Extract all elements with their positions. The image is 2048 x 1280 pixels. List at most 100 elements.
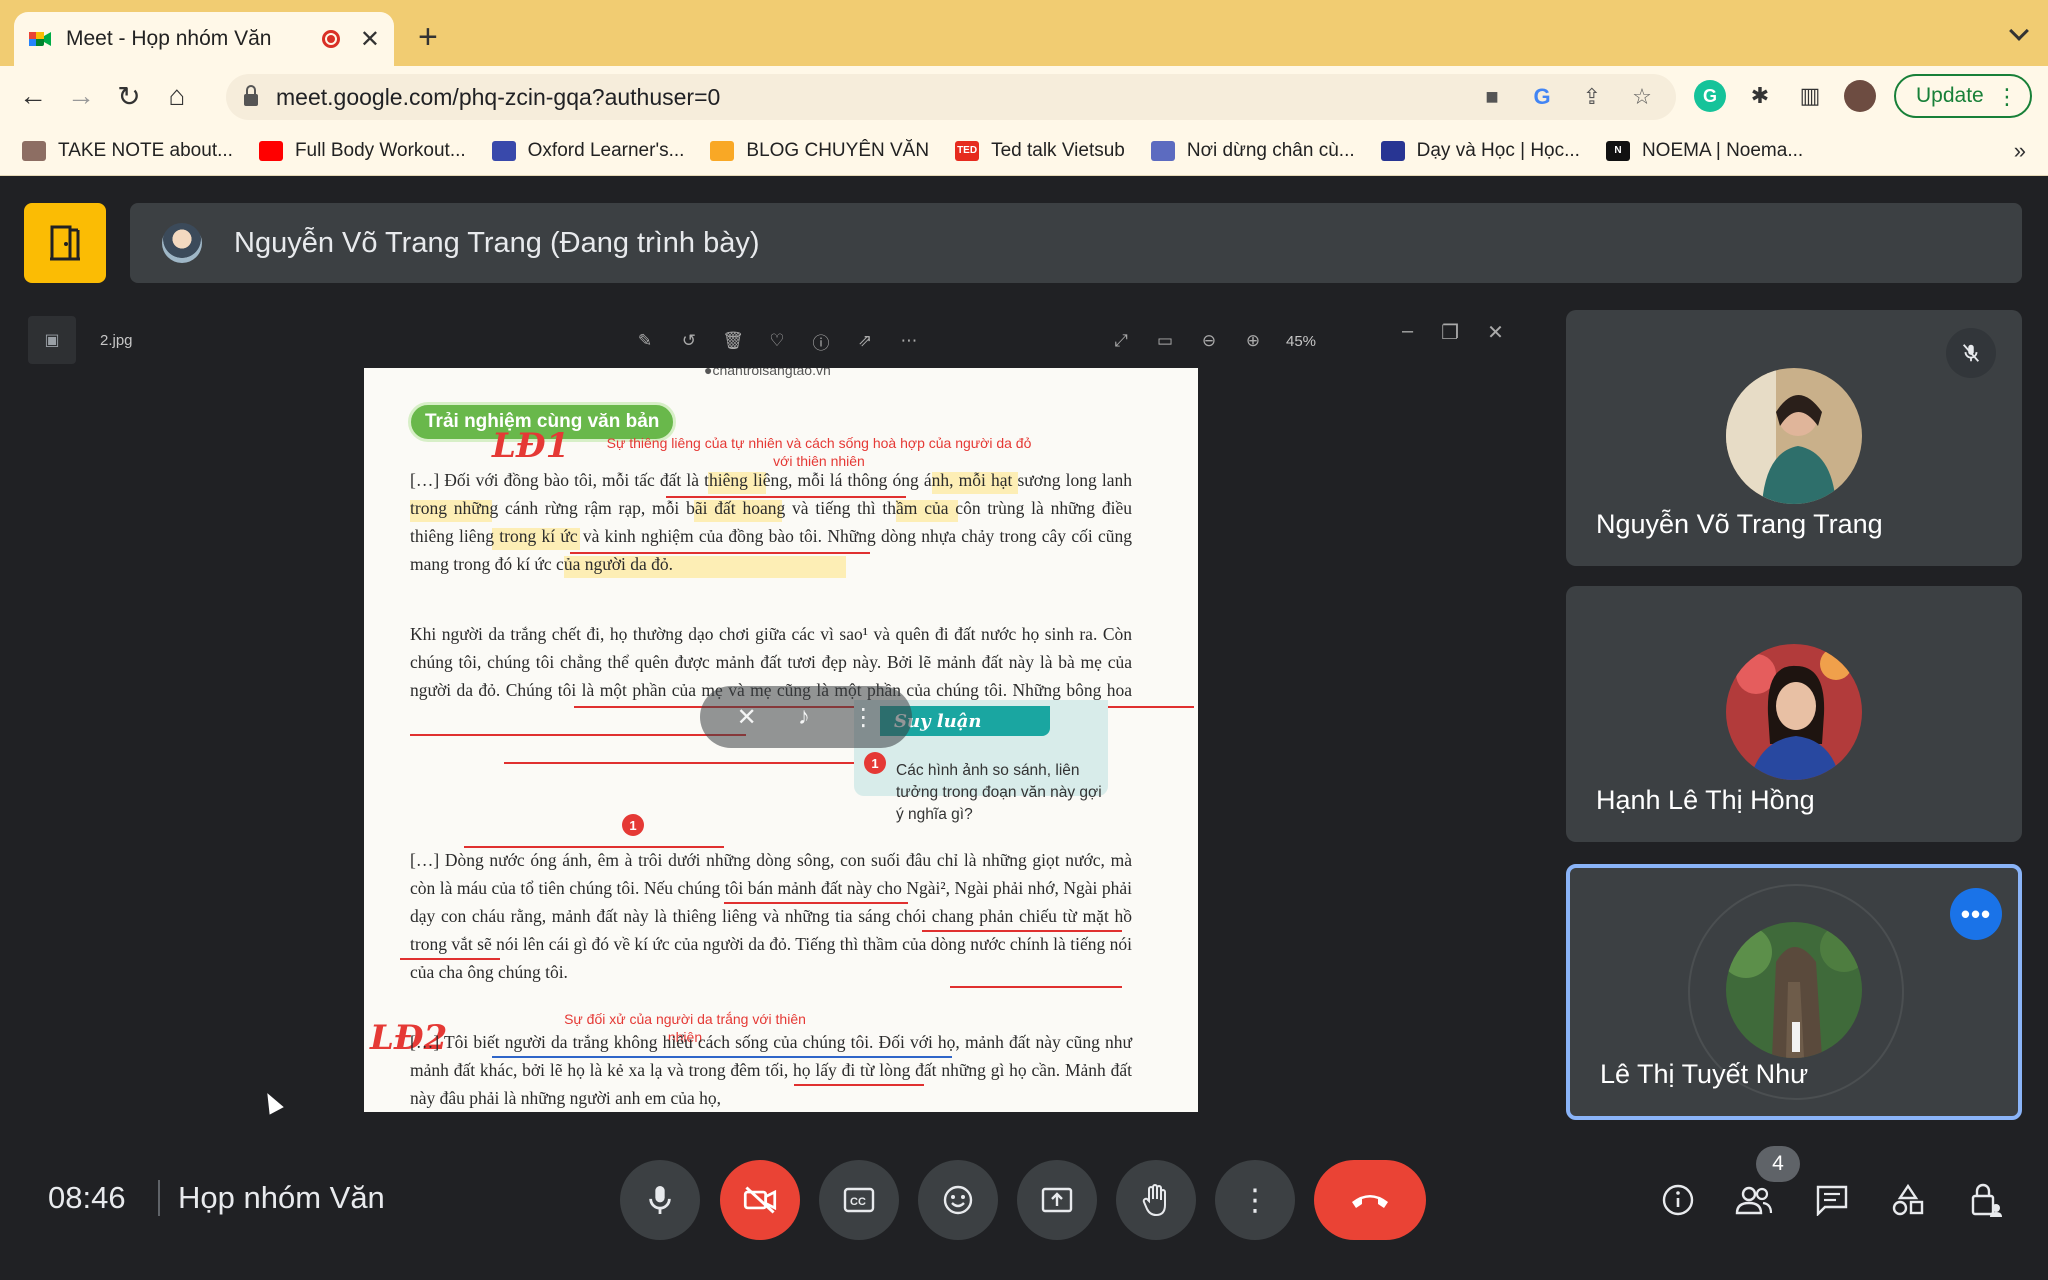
browser-tab-meet[interactable]: Meet - Họp nhóm Văn ✕ [14, 12, 394, 66]
share-icon[interactable]: ⇗ [854, 330, 876, 352]
forward-icon[interactable]: → [66, 80, 96, 111]
reload-icon[interactable]: ↻ [114, 81, 144, 112]
info-icon [1662, 1184, 1694, 1216]
participant-more-options-icon[interactable]: ••• [1950, 888, 2002, 940]
bookmark-star-icon[interactable]: ☆ [1628, 83, 1656, 111]
update-button[interactable]: Update ⋮ [1894, 74, 2032, 118]
share-icon[interactable]: ⇪ [1578, 83, 1606, 111]
image-viewer-toolbar: ▣ 2.jpg ✎ ↺ 🗑 ♡ ⓘ ⇗ ⋯ ⤢ ▭ ⊖ ⊕ 45% – ❐ ✕ [24, 310, 1540, 366]
more-options-icon[interactable]: ⋮ [851, 703, 875, 732]
grammarly-extension-icon[interactable]: G [1694, 80, 1726, 112]
bookmark-item[interactable]: Nơi dừng chân cù... [1150, 139, 1355, 162]
bookmark-item[interactable]: Dạy và Học | Học... [1380, 140, 1580, 162]
bookmark-favicon-icon: N [1605, 140, 1630, 161]
tab-search-chevron-icon[interactable] [2009, 21, 2029, 41]
zoom-out-icon[interactable]: ⊖ [1198, 330, 1220, 352]
participant-tile-1[interactable]: Nguyễn Võ Trang Trang [1566, 310, 2022, 566]
bookmark-favicon-icon [22, 140, 46, 161]
bookmark-item[interactable]: Full Body Workout... [258, 139, 466, 162]
lock-icon[interactable] [244, 85, 258, 106]
activities-shapes-icon [1892, 1183, 1924, 1216]
present-screen-button[interactable] [1017, 1160, 1097, 1240]
captions-icon: CC [843, 1187, 875, 1213]
bookmark-label: Nơi dừng chân cù... [1186, 139, 1355, 161]
side-panel-icon[interactable]: ▥ [1794, 80, 1826, 112]
close-tab-icon[interactable]: ✕ [360, 25, 380, 54]
hang-up-icon [1352, 1195, 1388, 1208]
bookmark-item[interactable]: TAKE NOTE about... [22, 140, 233, 162]
bookmark-item[interactable]: Oxford Learner's... [491, 140, 684, 162]
activities-button[interactable] [1884, 1176, 1932, 1224]
restore-icon[interactable]: ❐ [1441, 320, 1459, 345]
rotate-icon[interactable]: ↺ [678, 330, 700, 352]
reactions-button[interactable] [918, 1160, 998, 1240]
camera-in-use-icon[interactable]: ■ [1478, 83, 1506, 111]
browser-menu-icon[interactable]: ⋮ [1996, 84, 2018, 110]
info-icon[interactable]: ⓘ [810, 330, 832, 353]
more-options-button[interactable]: ⋮ [1215, 1160, 1295, 1240]
present-icon [1041, 1187, 1073, 1213]
emoji-icon [943, 1185, 973, 1215]
microphone-button[interactable] [620, 1160, 700, 1240]
bookmark-favicon-icon [710, 140, 735, 161]
address-bar[interactable]: meet.google.com/phq-zcin-gqa?authuser=0 … [226, 74, 1676, 120]
paragraph-1: […] Đối với đồng bào tôi, mỗi tấc đất là… [410, 470, 1132, 574]
meeting-clock: 08:46 [48, 1180, 126, 1215]
host-controls-button[interactable] [1962, 1176, 2010, 1224]
bookmarks-overflow-icon[interactable]: » [2014, 138, 2026, 164]
question-bullet: 1 [864, 752, 886, 774]
viewer-actions: ✎ ↺ 🗑 ♡ ⓘ ⇗ ⋯ [634, 330, 920, 353]
bookmark-item[interactable]: TED Ted talk Vietsub [955, 140, 1125, 162]
back-icon[interactable]: ← [18, 80, 48, 111]
more-options-icon[interactable]: ⋯ [898, 330, 920, 352]
lock-person-icon [1971, 1183, 2002, 1217]
participant-name: Hạnh Lê Thị Hồng [1596, 785, 1815, 815]
divider [158, 1180, 160, 1216]
people-button[interactable] [1730, 1176, 1778, 1224]
participant-avatar [1726, 644, 1862, 780]
image-thumbnail-icon[interactable]: ▣ [28, 316, 76, 364]
favorite-heart-icon[interactable]: ♡ [766, 330, 788, 352]
zoom-in-icon[interactable]: ⊕ [1242, 330, 1264, 352]
tab-strip: Meet - Họp nhóm Văn ✕ + [0, 0, 2048, 66]
edit-image-icon[interactable]: ✎ [634, 330, 656, 352]
participant-avatar [1726, 368, 1862, 504]
raise-hand-icon [1142, 1184, 1166, 1217]
bookmark-label: NOEMA | Noema... [1641, 139, 1804, 161]
shared-screen: ▣ 2.jpg ✎ ↺ 🗑 ♡ ⓘ ⇗ ⋯ ⤢ ▭ ⊖ ⊕ 45% – ❐ ✕ … [24, 310, 1540, 1120]
tab-title: Meet - Họp nhóm Văn [66, 27, 272, 50]
pin-icon[interactable]: ✕ [737, 703, 757, 732]
bookmark-favicon-icon [258, 140, 283, 161]
microphone-icon [649, 1186, 671, 1214]
chat-button[interactable] [1808, 1176, 1856, 1224]
meeting-details-button[interactable] [1654, 1176, 1702, 1224]
bookmark-favicon-icon [1150, 140, 1175, 161]
url-text[interactable]: meet.google.com/phq-zcin-gqa?authuser=0 [276, 84, 720, 111]
participant-tile-2[interactable]: Hạnh Lê Thị Hồng [1566, 586, 2022, 842]
camera-off-button[interactable] [720, 1160, 800, 1240]
close-icon[interactable]: ✕ [1487, 320, 1504, 345]
presenter-avatar [162, 223, 202, 263]
minimize-icon[interactable]: – [1402, 320, 1413, 345]
extensions-puzzle-icon[interactable]: ✱ [1744, 80, 1776, 112]
google-lens-icon[interactable]: G [1528, 83, 1556, 111]
home-icon[interactable]: ⌂ [162, 80, 192, 111]
new-tab-icon[interactable]: + [418, 20, 438, 54]
bookmark-item[interactable]: BLOG CHUYÊN VĂN [710, 140, 929, 162]
fit-to-window-icon[interactable]: ▭ [1154, 330, 1176, 352]
leave-presentation-icon[interactable] [24, 203, 106, 283]
participant-tile-3-speaking[interactable]: ••• Lê Thị Tuyết Như [1566, 864, 2022, 1120]
viewer-zoom-controls: ⤢ ▭ ⊖ ⊕ 45% [1110, 330, 1316, 352]
mute-participant-icon[interactable]: ♪ [798, 703, 810, 731]
presenter-title: Nguyễn Võ Trang Trang (Đang trình bày) [234, 226, 760, 259]
captions-button[interactable]: CC [819, 1160, 899, 1240]
muted-mic-icon [1946, 328, 1996, 378]
bookmark-item[interactable]: N NOEMA | Noema... [1605, 139, 1804, 162]
profile-avatar-icon[interactable] [1844, 80, 1876, 112]
bookmark-label: Ted talk Vietsub [991, 139, 1125, 161]
bookmark-label: Full Body Workout... [294, 139, 466, 161]
leave-call-button[interactable] [1314, 1160, 1426, 1240]
fullscreen-icon[interactable]: ⤢ [1110, 330, 1132, 352]
delete-icon[interactable]: 🗑 [722, 330, 744, 352]
raise-hand-button[interactable] [1116, 1160, 1196, 1240]
